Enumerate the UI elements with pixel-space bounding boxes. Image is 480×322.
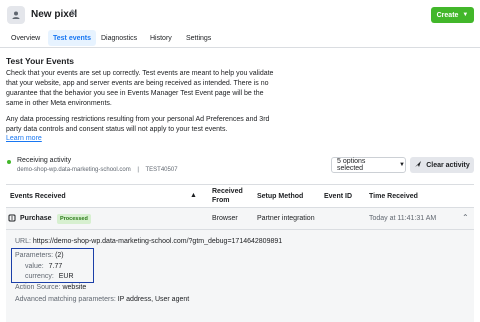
clear-activity-label: Clear activity — [426, 161, 470, 169]
col-setup-method[interactable]: Setup Method — [257, 192, 303, 201]
url-label: URL: — [15, 238, 31, 245]
table-header: Events Received ▲ Received From Setup Me… — [6, 184, 474, 208]
advanced-matching-line: Advanced matching parameters: IP address… — [15, 296, 189, 303]
col-time-received[interactable]: Time Received — [369, 192, 418, 201]
tab-overview[interactable]: Overview — [6, 30, 45, 46]
edit-pencil-icon[interactable]: ✎ — [70, 8, 78, 19]
chevron-down-icon: ▼ — [462, 12, 469, 18]
clear-icon — [414, 160, 422, 170]
setup-method-value: Partner integration — [257, 215, 315, 222]
url-value: https://demo-shop-wp.data-marketing-scho… — [32, 238, 283, 245]
col-event-id[interactable]: Event ID — [324, 192, 352, 201]
create-button[interactable]: Create ▼ — [431, 7, 474, 23]
param-currency-label: currency: — [25, 273, 54, 280]
event-icon — [8, 214, 16, 222]
advanced-matching-value: IP address, User agent — [117, 296, 190, 303]
col-received-from[interactable]: Received From — [212, 187, 246, 205]
tab-history[interactable]: History — [145, 30, 177, 46]
tab-bar: Overview Test events Diagnostics History… — [0, 28, 480, 48]
restrictions-paragraph: Any data processing restrictions resulti… — [6, 116, 270, 133]
param-value-label: value: — [25, 263, 44, 270]
received-from-value: Browser — [212, 215, 238, 222]
action-source-value: website — [62, 284, 87, 291]
chevron-down-icon: ▼ — [399, 162, 405, 168]
status-badge: Processed — [57, 214, 91, 224]
tab-settings[interactable]: Settings — [181, 30, 216, 46]
action-source-label: Action Source: — [15, 284, 61, 291]
create-button-label: Create — [436, 11, 459, 19]
event-name: Purchase — [20, 215, 52, 222]
warning-icon: ▲ — [190, 192, 197, 199]
activity-source: demo-shop-wp.data-marketing-school.com |… — [17, 167, 178, 173]
url-line: URL: https://demo-shop-wp.data-marketing… — [15, 238, 282, 245]
parameters-heading: Parameters: (2) — [15, 252, 64, 259]
test-code: TEST40507 — [145, 167, 178, 173]
parameters-highlight-box: Parameters: (2) value: 7.77 currency: EU… — [11, 248, 94, 283]
separator: | — [137, 167, 139, 173]
chevron-up-icon[interactable]: ⌃ — [462, 213, 469, 222]
advanced-matching-label: Advanced matching parameters: — [15, 296, 116, 303]
receiving-activity-status: Receiving activity — [17, 157, 72, 164]
tab-test-events[interactable]: Test events — [48, 30, 96, 46]
table-row[interactable]: Purchase Processed Browser Partner integ… — [6, 208, 474, 230]
param-currency-value: EUR — [58, 273, 74, 280]
learn-more-link[interactable]: Learn more — [6, 135, 42, 142]
options-dropdown[interactable]: 5 options selected ▼ — [331, 157, 406, 173]
section-title: Test Your Events — [6, 56, 75, 66]
param-value-value: 7.77 — [48, 263, 63, 270]
pixel-icon — [7, 6, 25, 24]
site-domain: demo-shop-wp.data-marketing-school.com — [17, 167, 131, 173]
tab-diagnostics[interactable]: Diagnostics — [96, 30, 142, 46]
col-events-received[interactable]: Events Received — [10, 192, 66, 201]
time-received-value: Today at 11:41:31 AM — [369, 215, 437, 222]
clear-activity-button[interactable]: Clear activity — [410, 157, 474, 173]
intro-paragraph: Check that your events are set up correc… — [6, 70, 274, 107]
options-dropdown-label: 5 options selected — [337, 158, 366, 172]
param-currency-line: currency: EUR — [25, 273, 74, 280]
param-value-line: value: 7.77 — [25, 263, 62, 270]
action-source-line: Action Source: website — [15, 284, 86, 291]
top-header: New pixel ✎ Create ▼ Overview Test event… — [0, 0, 480, 48]
parameters-label: Parameters: — [15, 252, 54, 259]
status-dot-icon — [7, 160, 11, 164]
parameters-count: (2) — [55, 252, 64, 259]
